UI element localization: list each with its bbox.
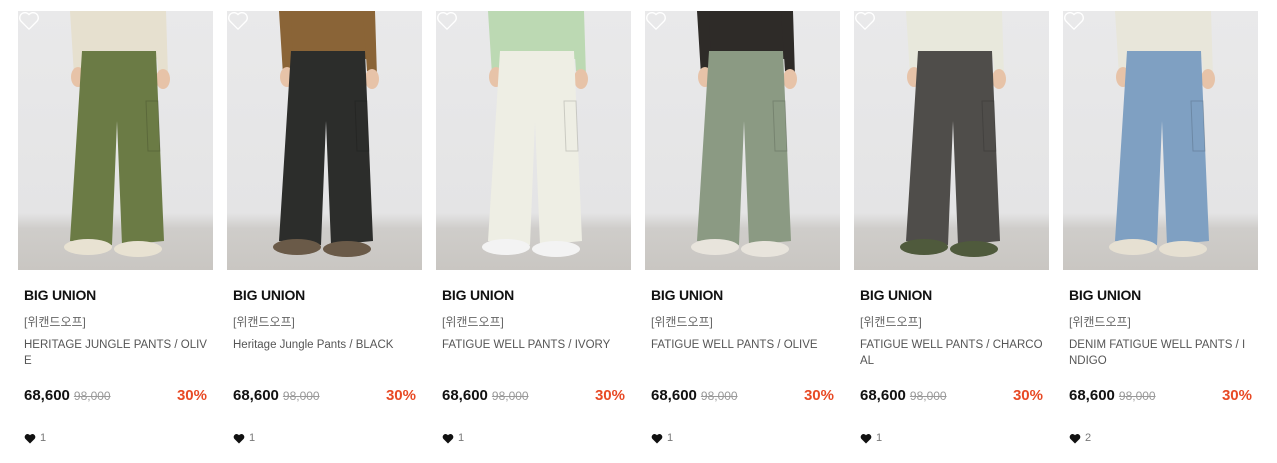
like-count-value: 1 [667, 432, 674, 444]
heart-filled-icon [24, 433, 36, 443]
product-image[interactable] [645, 11, 840, 270]
price-row: 68,600 98,000 30% [860, 387, 1043, 407]
heart-outline-icon[interactable] [436, 11, 458, 31]
product-card-2[interactable]: BIG UNION [위캔드오프] Heritage Jungle Pants … [227, 11, 422, 444]
product-image[interactable] [1063, 11, 1258, 270]
like-count-value: 1 [876, 432, 883, 444]
original-price: 98,000 [700, 389, 738, 403]
discount-rate: 30% [1221, 387, 1252, 404]
sale-price: 68,600 [24, 387, 70, 404]
product-image[interactable] [436, 11, 631, 270]
original-price: 98,000 [909, 389, 947, 403]
product-photo-illustration [482, 11, 588, 257]
product-grid: BIG UNION [위캔드오프] HERITAGE JUNGLE PANTS … [18, 11, 1258, 444]
heart-outline-icon[interactable] [645, 11, 667, 31]
like-count: 1 [860, 432, 882, 444]
heart-filled-icon [860, 433, 872, 443]
product-card-4[interactable]: BIG UNION [위캔드오프] FATIGUE WELL PANTS / O… [645, 11, 840, 444]
heart-filled-icon [233, 433, 245, 443]
brand-name[interactable]: BIG UNION [651, 287, 834, 304]
brand-name[interactable]: BIG UNION [24, 287, 207, 304]
price-row: 68,600 98,000 30% [651, 387, 834, 407]
original-price: 98,000 [282, 389, 320, 403]
brand-name[interactable]: BIG UNION [442, 287, 625, 304]
heart-outline-icon[interactable] [854, 11, 876, 31]
seller-name: [위캔드오프] [442, 315, 504, 329]
sale-price: 68,600 [1069, 387, 1115, 404]
brand-name[interactable]: BIG UNION [233, 287, 416, 304]
seller-name: [위캔드오프] [24, 315, 86, 329]
like-count: 2 [1069, 432, 1091, 444]
brand-name[interactable]: BIG UNION [860, 287, 1043, 304]
seller-name: [위캔드오프] [233, 315, 295, 329]
product-name[interactable]: FATIGUE WELL PANTS / IVORY [442, 337, 625, 371]
price-row: 68,600 98,000 30% [442, 387, 625, 407]
product-card-1[interactable]: BIG UNION [위캔드오프] HERITAGE JUNGLE PANTS … [18, 11, 213, 444]
original-price: 98,000 [73, 389, 111, 403]
like-count-value: 1 [40, 432, 47, 444]
seller-name: [위캔드오프] [860, 315, 922, 329]
product-photo-illustration [1109, 11, 1215, 257]
product-image[interactable] [18, 11, 213, 270]
price-row: 68,600 98,000 30% [1069, 387, 1252, 407]
discount-rate: 30% [594, 387, 625, 404]
product-photo-illustration [900, 11, 1006, 257]
like-count-value: 1 [458, 432, 465, 444]
sale-price: 68,600 [233, 387, 279, 404]
discount-rate: 30% [385, 387, 416, 404]
seller-name: [위캔드오프] [651, 315, 713, 329]
sale-price: 68,600 [651, 387, 697, 404]
product-name[interactable]: Heritage Jungle Pants / BLACK [233, 337, 416, 371]
product-name[interactable]: FATIGUE WELL PANTS / OLIVE [651, 337, 834, 371]
product-name[interactable]: FATIGUE WELL PANTS / CHARCOAL [860, 337, 1043, 371]
sale-price: 68,600 [442, 387, 488, 404]
product-name[interactable]: DENIM FATIGUE WELL PANTS / INDIGO [1069, 337, 1252, 371]
discount-rate: 30% [1012, 387, 1043, 404]
product-image[interactable] [227, 11, 422, 270]
heart-outline-icon[interactable] [18, 11, 40, 31]
like-count-value: 2 [1085, 432, 1092, 444]
heart-filled-icon [442, 433, 454, 443]
seller-name: [위캔드오프] [1069, 315, 1131, 329]
product-card-6[interactable]: BIG UNION [위캔드오프] DENIM FATIGUE WELL PAN… [1063, 11, 1258, 444]
sale-price: 68,600 [860, 387, 906, 404]
product-card-3[interactable]: BIG UNION [위캔드오프] FATIGUE WELL PANTS / I… [436, 11, 631, 444]
discount-rate: 30% [803, 387, 834, 404]
discount-rate: 30% [176, 387, 207, 404]
like-count: 1 [24, 432, 46, 444]
original-price: 98,000 [1118, 389, 1156, 403]
like-count-value: 1 [249, 432, 256, 444]
original-price: 98,000 [491, 389, 529, 403]
price-row: 68,600 98,000 30% [24, 387, 207, 407]
product-image[interactable] [854, 11, 1049, 270]
heart-filled-icon [651, 433, 663, 443]
like-count: 1 [233, 432, 255, 444]
product-photo-illustration [273, 11, 379, 257]
product-name[interactable]: HERITAGE JUNGLE PANTS / OLIVE [24, 337, 207, 371]
like-count: 1 [442, 432, 464, 444]
heart-outline-icon[interactable] [227, 11, 249, 31]
like-count: 1 [651, 432, 673, 444]
product-card-5[interactable]: BIG UNION [위캔드오프] FATIGUE WELL PANTS / C… [854, 11, 1049, 444]
product-photo-illustration [64, 11, 170, 257]
heart-filled-icon [1069, 433, 1081, 443]
product-photo-illustration [691, 11, 797, 257]
heart-outline-icon[interactable] [1063, 11, 1085, 31]
brand-name[interactable]: BIG UNION [1069, 287, 1252, 304]
price-row: 68,600 98,000 30% [233, 387, 416, 407]
